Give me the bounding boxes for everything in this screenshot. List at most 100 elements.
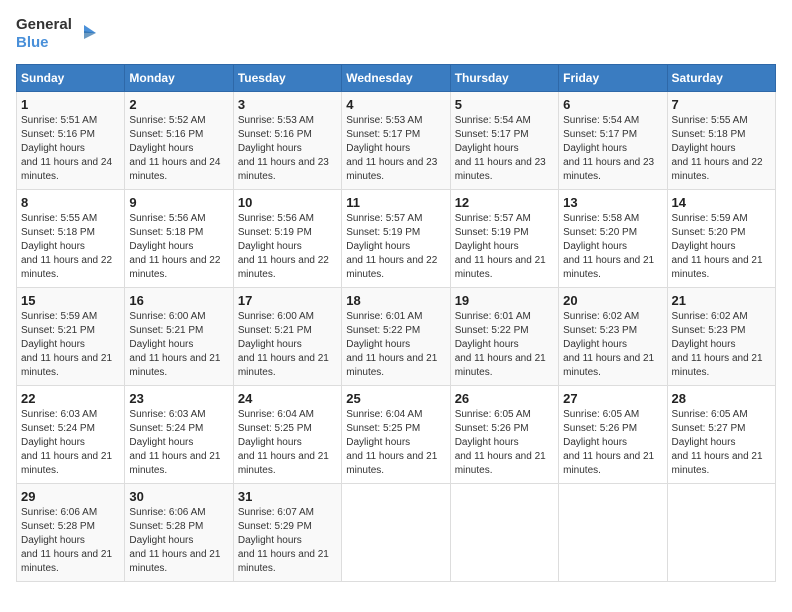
day-number: 29 (21, 489, 120, 504)
calendar-cell: 12 Sunrise: 5:57 AMSunset: 5:19 PMDaylig… (450, 190, 558, 288)
day-number: 17 (238, 293, 337, 308)
calendar-cell: 11 Sunrise: 5:57 AMSunset: 5:19 PMDaylig… (342, 190, 450, 288)
day-number: 20 (563, 293, 662, 308)
day-number: 10 (238, 195, 337, 210)
calendar-cell: 19 Sunrise: 6:01 AMSunset: 5:22 PMDaylig… (450, 288, 558, 386)
day-number: 24 (238, 391, 337, 406)
header-thursday: Thursday (450, 65, 558, 92)
day-number: 3 (238, 97, 337, 112)
day-number: 5 (455, 97, 554, 112)
day-info: Sunrise: 6:02 AMSunset: 5:23 PMDaylight … (672, 311, 763, 378)
calendar-cell: 14 Sunrise: 5:59 AMSunset: 5:20 PMDaylig… (667, 190, 775, 288)
calendar-cell: 15 Sunrise: 5:59 AMSunset: 5:21 PMDaylig… (17, 288, 125, 386)
day-number: 26 (455, 391, 554, 406)
logo: General Blue (16, 16, 96, 52)
calendar-cell: 8 Sunrise: 5:55 AMSunset: 5:18 PMDayligh… (17, 190, 125, 288)
calendar-cell: 26 Sunrise: 6:05 AMSunset: 5:26 PMDaylig… (450, 386, 558, 484)
calendar-cell: 31 Sunrise: 6:07 AMSunset: 5:29 PMDaylig… (233, 484, 341, 582)
day-number: 30 (129, 489, 228, 504)
day-info: Sunrise: 5:53 AMSunset: 5:16 PMDaylight … (238, 115, 329, 182)
calendar-cell: 3 Sunrise: 5:53 AMSunset: 5:16 PMDayligh… (233, 92, 341, 190)
header-monday: Monday (125, 65, 233, 92)
day-number: 2 (129, 97, 228, 112)
day-number: 7 (672, 97, 771, 112)
calendar-cell (342, 484, 450, 582)
day-number: 14 (672, 195, 771, 210)
calendar-cell (450, 484, 558, 582)
day-info: Sunrise: 6:03 AMSunset: 5:24 PMDaylight … (129, 409, 220, 476)
day-info: Sunrise: 6:02 AMSunset: 5:23 PMDaylight … (563, 311, 654, 378)
calendar-cell (559, 484, 667, 582)
week-row-5: 29 Sunrise: 6:06 AMSunset: 5:28 PMDaylig… (17, 484, 776, 582)
calendar-cell: 5 Sunrise: 5:54 AMSunset: 5:17 PMDayligh… (450, 92, 558, 190)
day-info: Sunrise: 6:06 AMSunset: 5:28 PMDaylight … (21, 507, 112, 574)
day-number: 27 (563, 391, 662, 406)
day-info: Sunrise: 5:54 AMSunset: 5:17 PMDaylight … (455, 115, 546, 182)
day-number: 31 (238, 489, 337, 504)
day-number: 19 (455, 293, 554, 308)
calendar-cell: 16 Sunrise: 6:00 AMSunset: 5:21 PMDaylig… (125, 288, 233, 386)
week-row-3: 15 Sunrise: 5:59 AMSunset: 5:21 PMDaylig… (17, 288, 776, 386)
calendar-cell: 28 Sunrise: 6:05 AMSunset: 5:27 PMDaylig… (667, 386, 775, 484)
calendar-cell: 27 Sunrise: 6:05 AMSunset: 5:26 PMDaylig… (559, 386, 667, 484)
day-number: 4 (346, 97, 445, 112)
day-info: Sunrise: 6:04 AMSunset: 5:25 PMDaylight … (238, 409, 329, 476)
header: General Blue (16, 16, 776, 52)
day-number: 16 (129, 293, 228, 308)
day-number: 12 (455, 195, 554, 210)
day-number: 23 (129, 391, 228, 406)
day-info: Sunrise: 6:04 AMSunset: 5:25 PMDaylight … (346, 409, 437, 476)
day-number: 18 (346, 293, 445, 308)
day-info: Sunrise: 5:59 AMSunset: 5:21 PMDaylight … (21, 311, 112, 378)
day-info: Sunrise: 5:59 AMSunset: 5:20 PMDaylight … (672, 213, 763, 280)
calendar-cell: 18 Sunrise: 6:01 AMSunset: 5:22 PMDaylig… (342, 288, 450, 386)
header-row: SundayMondayTuesdayWednesdayThursdayFrid… (17, 65, 776, 92)
day-number: 1 (21, 97, 120, 112)
week-row-2: 8 Sunrise: 5:55 AMSunset: 5:18 PMDayligh… (17, 190, 776, 288)
day-info: Sunrise: 5:57 AMSunset: 5:19 PMDaylight … (455, 213, 546, 280)
day-number: 13 (563, 195, 662, 210)
day-number: 15 (21, 293, 120, 308)
calendar-cell: 21 Sunrise: 6:02 AMSunset: 5:23 PMDaylig… (667, 288, 775, 386)
day-number: 28 (672, 391, 771, 406)
calendar-cell: 17 Sunrise: 6:00 AMSunset: 5:21 PMDaylig… (233, 288, 341, 386)
calendar-cell: 7 Sunrise: 5:55 AMSunset: 5:18 PMDayligh… (667, 92, 775, 190)
day-info: Sunrise: 5:57 AMSunset: 5:19 PMDaylight … (346, 213, 437, 280)
day-info: Sunrise: 6:03 AMSunset: 5:24 PMDaylight … (21, 409, 112, 476)
day-info: Sunrise: 5:54 AMSunset: 5:17 PMDaylight … (563, 115, 654, 182)
calendar-table: SundayMondayTuesdayWednesdayThursdayFrid… (16, 64, 776, 582)
day-number: 22 (21, 391, 120, 406)
day-number: 25 (346, 391, 445, 406)
day-info: Sunrise: 5:53 AMSunset: 5:17 PMDaylight … (346, 115, 437, 182)
header-sunday: Sunday (17, 65, 125, 92)
calendar-cell: 2 Sunrise: 5:52 AMSunset: 5:16 PMDayligh… (125, 92, 233, 190)
calendar-cell (667, 484, 775, 582)
calendar-cell: 29 Sunrise: 6:06 AMSunset: 5:28 PMDaylig… (17, 484, 125, 582)
calendar-cell: 6 Sunrise: 5:54 AMSunset: 5:17 PMDayligh… (559, 92, 667, 190)
day-info: Sunrise: 5:58 AMSunset: 5:20 PMDaylight … (563, 213, 654, 280)
calendar-cell: 1 Sunrise: 5:51 AMSunset: 5:16 PMDayligh… (17, 92, 125, 190)
calendar-cell: 10 Sunrise: 5:56 AMSunset: 5:19 PMDaylig… (233, 190, 341, 288)
calendar-cell: 20 Sunrise: 6:02 AMSunset: 5:23 PMDaylig… (559, 288, 667, 386)
day-info: Sunrise: 6:00 AMSunset: 5:21 PMDaylight … (129, 311, 220, 378)
day-info: Sunrise: 5:55 AMSunset: 5:18 PMDaylight … (672, 115, 763, 182)
calendar-cell: 13 Sunrise: 5:58 AMSunset: 5:20 PMDaylig… (559, 190, 667, 288)
week-row-1: 1 Sunrise: 5:51 AMSunset: 5:16 PMDayligh… (17, 92, 776, 190)
day-info: Sunrise: 6:05 AMSunset: 5:26 PMDaylight … (455, 409, 546, 476)
header-tuesday: Tuesday (233, 65, 341, 92)
calendar-header: SundayMondayTuesdayWednesdayThursdayFrid… (17, 65, 776, 92)
day-info: Sunrise: 5:52 AMSunset: 5:16 PMDaylight … (129, 115, 220, 182)
day-info: Sunrise: 6:06 AMSunset: 5:28 PMDaylight … (129, 507, 220, 574)
day-number: 11 (346, 195, 445, 210)
calendar-cell: 23 Sunrise: 6:03 AMSunset: 5:24 PMDaylig… (125, 386, 233, 484)
calendar-cell: 30 Sunrise: 6:06 AMSunset: 5:28 PMDaylig… (125, 484, 233, 582)
day-info: Sunrise: 6:05 AMSunset: 5:27 PMDaylight … (672, 409, 763, 476)
calendar-cell: 25 Sunrise: 6:04 AMSunset: 5:25 PMDaylig… (342, 386, 450, 484)
calendar-cell: 9 Sunrise: 5:56 AMSunset: 5:18 PMDayligh… (125, 190, 233, 288)
day-info: Sunrise: 6:01 AMSunset: 5:22 PMDaylight … (346, 311, 437, 378)
day-info: Sunrise: 6:01 AMSunset: 5:22 PMDaylight … (455, 311, 546, 378)
logo-bird-icon (74, 23, 96, 45)
calendar-cell: 4 Sunrise: 5:53 AMSunset: 5:17 PMDayligh… (342, 92, 450, 190)
header-wednesday: Wednesday (342, 65, 450, 92)
day-info: Sunrise: 5:55 AMSunset: 5:18 PMDaylight … (21, 213, 112, 280)
